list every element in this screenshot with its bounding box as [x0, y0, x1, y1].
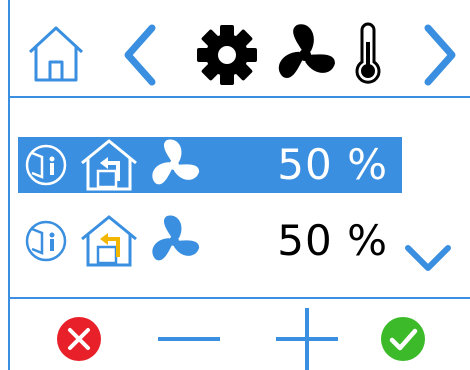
settings-tab[interactable]	[196, 24, 258, 86]
fan-icon	[152, 215, 200, 261]
temperature-tab[interactable]	[352, 22, 384, 86]
home-icon	[28, 26, 84, 82]
mode-row[interactable]: 50 %	[18, 213, 402, 269]
thermometer-icon	[355, 22, 381, 84]
fan-icon	[152, 139, 200, 185]
fan-speed-value: 50 %	[277, 216, 388, 265]
footer-divider	[10, 297, 470, 299]
chevron-down-icon	[405, 245, 451, 271]
decrease-button[interactable]	[158, 326, 220, 352]
house-return-icon	[81, 139, 137, 191]
nav-next-button[interactable]	[420, 24, 460, 86]
frame-left-border	[8, 0, 10, 370]
confirm-icon	[381, 317, 425, 361]
cancel-icon	[57, 317, 101, 361]
increase-button[interactable]	[276, 308, 338, 370]
gear-icon	[197, 25, 257, 85]
minus-icon	[158, 337, 220, 341]
fan-tab[interactable]	[272, 24, 338, 86]
occupancy-icon	[25, 220, 67, 262]
home-button[interactable]	[24, 22, 88, 84]
fan-speed-value: 50 %	[277, 140, 388, 189]
confirm-button[interactable]	[380, 316, 426, 362]
chevron-left-icon	[124, 24, 156, 86]
scroll-down-button[interactable]	[402, 240, 454, 276]
house-return-icon	[81, 215, 137, 267]
mode-row-selected[interactable]: 50 %	[18, 137, 402, 193]
header-divider	[10, 96, 470, 98]
fan-icon	[278, 24, 335, 79]
occupancy-icon	[25, 144, 67, 186]
cancel-button[interactable]	[56, 316, 102, 362]
nav-previous-button[interactable]	[120, 24, 160, 86]
chevron-right-icon	[424, 24, 456, 86]
plus-icon	[276, 308, 338, 370]
